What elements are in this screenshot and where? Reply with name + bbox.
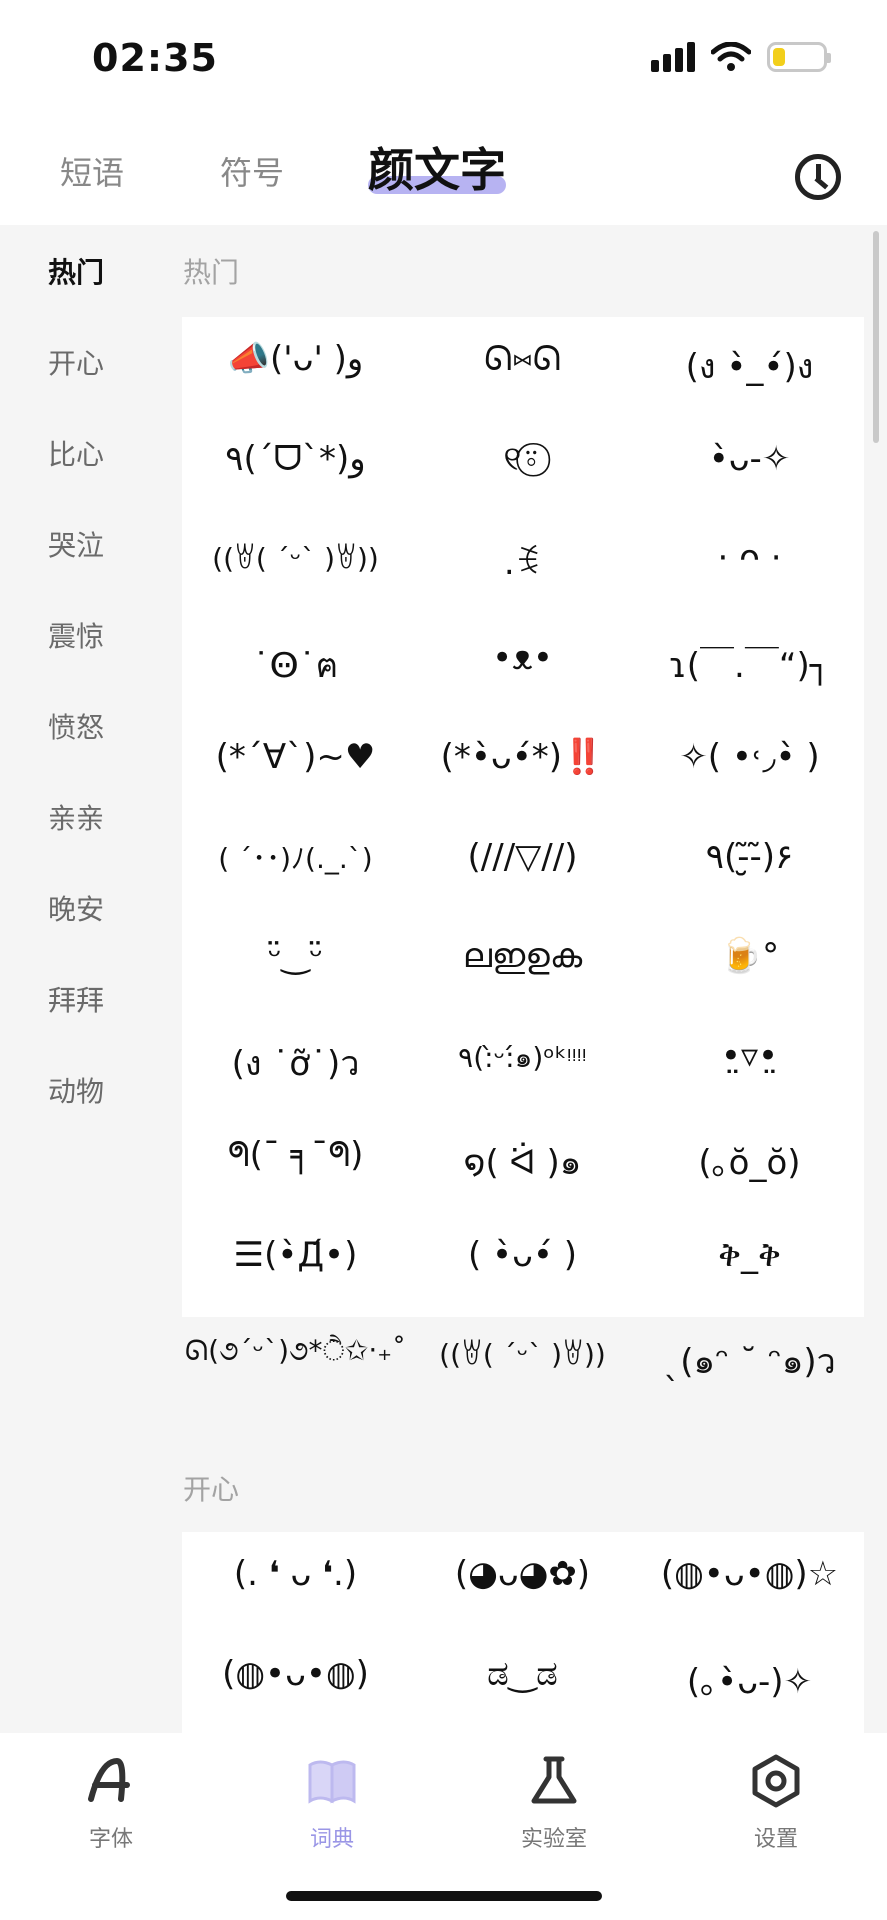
section-title-happy: 开心 [183,1473,240,1506]
kaomoji-item[interactable]: (ง •̀_•́)ง [636,339,863,393]
kaomoji-item[interactable]: (*•̀ᴗ•́*)‼️ [409,737,636,777]
scrollbar[interactable] [873,231,879,443]
kaomoji-item[interactable]: (◕ᴗ◕✿) [409,1554,636,1594]
kaomoji-item[interactable]: ٩(ˊᗜˋ*)و [182,439,409,479]
kaomoji-item[interactable]: (◍•ᴗ•◍) [182,1654,409,1694]
kaomoji-item[interactable]: ಡ‿ಡ [409,1654,636,1694]
sidebar-item-animal[interactable]: 动物 [48,1070,104,1110]
nav-item-dictionary[interactable]: 词典 [262,1751,402,1853]
tab-kaomoji-label: 颜文字 [368,143,506,197]
kaomoji-item[interactable]: (｡•̀ᴗ-)✧ [636,1654,863,1703]
book-icon [308,1760,356,1804]
kaomoji-item[interactable]: •ᴥ• [409,638,636,678]
nav-item-settings[interactable]: 设置 [706,1751,846,1853]
kaomoji-item[interactable]: ᖗ(¯ ╕¯ᖗ) [182,1135,409,1175]
sidebar-item-happy[interactable]: 开心 [48,342,104,382]
nav-label-dictionary: 词典 [309,1827,354,1852]
kaomoji-item[interactable]: ((ꇐ( ˊᵕˋ )ꇐ)) [182,538,409,575]
kaomoji-item[interactable]: ˙Ꙫ˙ฅ [182,638,409,692]
kaomoji-item[interactable]: ˎ(๑ᵔ ˘ ᵔ๑)ว [636,1334,863,1388]
kaomoji-item[interactable]: ( ´･･)ﾉ(._.`) [182,837,409,877]
kaomoji-item[interactable]: (◍•ᴗ•◍)☆ [636,1554,863,1594]
nav-item-lab[interactable]: 实验室 [484,1751,624,1853]
kaomoji-item[interactable]: (. ❛ ᴗ ❛.) [182,1554,409,1594]
sidebar-item-cry[interactable]: 哭泣 [48,524,104,564]
sidebar-item-kiss[interactable]: 亲亲 [48,797,104,837]
status-time: 02:35 [92,36,218,80]
font-icon [88,1757,130,1802]
kaomoji-item[interactable]: ቅ_ቅ [636,1235,863,1275]
flask-icon [531,1756,577,1804]
kaomoji-item[interactable]: 🍺° [636,936,863,976]
kaomoji-item[interactable]: ( •̀ᴗ•́ ) [409,1235,636,1275]
kaomoji-item[interactable]: ((ꇐ( ˊᵕˋ )ꇐ)) [409,1334,636,1371]
kaomoji-item[interactable]: (*´∀`)~♥ [182,737,409,777]
kaomoji-item[interactable]: ٩(:̀ᵕ:́๑)ᵒᵏᵎᵎᵎᵎ [409,1036,636,1080]
nav-label-font: 字体 [88,1827,133,1852]
battery-level [773,48,785,66]
kaomoji-card-happy: (. ❛ ᴗ ❛.) (◕ᴗ◕✿) (◍•ᴗ•◍)☆ (◍•ᴗ•◍) ಡ‿ಡ (｡•̀ᴗ-… [182,1532,864,1733]
kaomoji-item[interactable]: (ง ˙ỡ˙)ว [182,1036,409,1090]
kaomoji-item[interactable]: ᘏ(૭ˊᵕˋ)૭*ੈ✩‧₊˚ [182,1334,409,1368]
kaomoji-item[interactable]: ໑( ᐛ )๑ [409,1135,636,1189]
status-icons [651,42,831,72]
nav-label-settings: 设置 [753,1827,798,1852]
sidebar-item-goodnight[interactable]: 晚安 [48,888,104,928]
sidebar-item-heart[interactable]: 比心 [48,433,104,473]
tab-symbols[interactable]: 符号 [220,148,284,194]
kaomoji-item[interactable]: ലഇഉക [409,936,636,976]
kaomoji-item[interactable]: ☰(•̀Дּ•́) [182,1235,409,1275]
section-title-hot: 热门 [183,256,240,289]
kaomoji-item[interactable]: •̀ᴗ-✧ [636,439,863,479]
kaomoji-item[interactable]: · ᴖ · [636,538,863,578]
cellular-signal-icon [651,42,695,72]
history-clock-icon[interactable] [795,154,841,200]
status-bar: 02:35 [0,0,887,110]
tab-phrases[interactable]: 短语 [60,148,124,194]
battery-icon [767,42,831,72]
kaomoji-item[interactable]: (｡ŏ_ŏ) [636,1135,863,1184]
sidebar-item-angry[interactable]: 愤怒 [48,706,104,746]
kaomoji-item[interactable]: ✧( •˓◞•̀ ) [636,737,863,777]
wifi-icon [711,42,751,71]
nav-label-lab: 实验室 [520,1827,587,1852]
kaomoji-item[interactable]: ٩(-̮̮̃-̃)۶ [636,837,863,877]
sidebar-item-hot[interactable]: 热门 [48,251,104,291]
kaomoji-item[interactable]: ᘏ⑅ᘏ [409,339,636,379]
app-screen: 02:35 短语 符号 颜文字 热门 开心 比心 哭泣 震惊 愤怒 亲亲 晚安 … [0,0,887,1920]
kaomoji-item[interactable]: .ꉂ [409,538,636,583]
settings-icon [752,1754,800,1808]
kaomoji-card-hot: 📣('ᴗ' )و ᘏ⑅ᘏ (ง •̀_•́)ง ٩(ˊᗜˋ*)و ୧⍤⃝ •̀ᴗ-✧ ((ꇐ… [182,317,864,1382]
kaomoji-content: 热门 开心 比心 哭泣 震惊 愤怒 亲亲 晚安 拜拜 动物 热门 📣('ᴗ' )… [0,225,887,1733]
kaomoji-item[interactable]: ɿ(￣.￣“)┐ [636,638,863,687]
kaomoji-item[interactable]: 📣('ᴗ' )و [182,339,409,379]
sidebar-item-shock[interactable]: 震惊 [48,615,104,655]
kaomoji-item[interactable]: ୧⍤⃝ [409,439,636,479]
kaomoji-item[interactable]: (///▽//) [409,837,636,877]
kaomoji-item[interactable]: •̤▿•̤ [636,1036,863,1076]
sidebar-item-bye[interactable]: 拜拜 [48,979,104,1019]
nav-item-font[interactable]: 字体 [41,1751,181,1853]
kaomoji-item[interactable]: ᵕ̈‿ᵕ̈ [182,936,409,976]
tab-kaomoji[interactable]: 颜文字 [368,134,506,200]
home-indicator [286,1891,602,1901]
category-tabs: 短语 符号 颜文字 [0,120,887,225]
